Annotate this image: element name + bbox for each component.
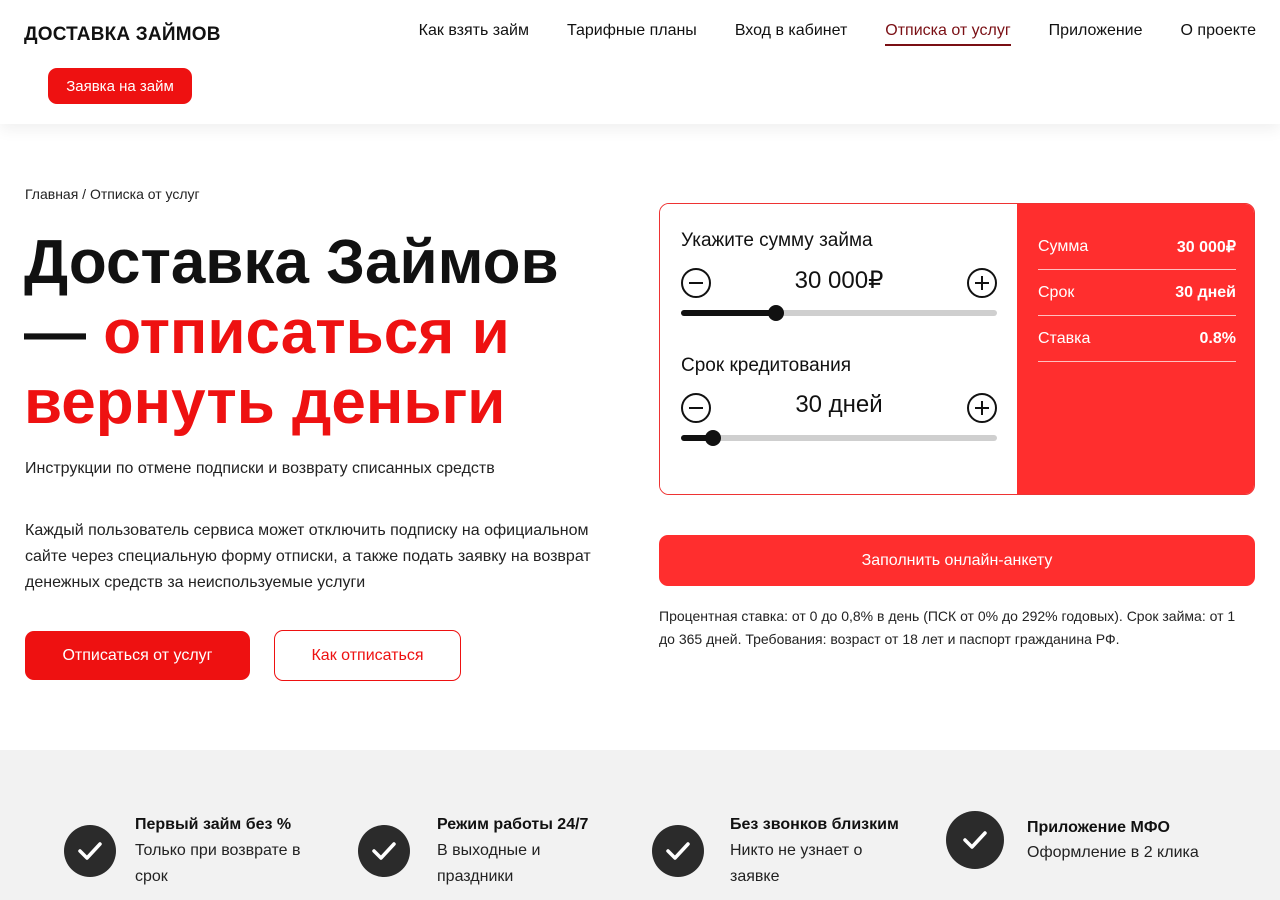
- summary-row-rate: Ставка 0.8%: [1038, 316, 1236, 362]
- nav-about[interactable]: О проекте: [1181, 22, 1256, 46]
- term-slider[interactable]: [681, 430, 997, 446]
- how-to-unsubscribe-button[interactable]: Как отписаться: [274, 630, 461, 681]
- feature-desc: Никто не узнает о заявке: [730, 842, 863, 885]
- title-dash: —: [24, 298, 104, 367]
- title-line-1: Доставка Займов: [24, 228, 559, 297]
- page-description: Каждый пользователь сервиса может отключ…: [25, 522, 591, 591]
- term-slider-thumb[interactable]: [704, 430, 721, 446]
- check-icon: [358, 825, 410, 877]
- unsubscribe-button[interactable]: Отписаться от услуг: [25, 631, 250, 680]
- amount-slider-thumb[interactable]: [767, 305, 784, 321]
- nav-login[interactable]: Вход в кабинет: [735, 22, 847, 46]
- feature-title: Режим работы 24/7: [437, 816, 589, 833]
- summary-value: 30 дней: [1175, 283, 1236, 301]
- nav-unsubscribe[interactable]: Отписка от услуг: [885, 22, 1011, 46]
- amount-value: 30 000₽: [794, 267, 884, 294]
- term-label: Срок кредитования: [681, 355, 852, 376]
- feature-title: Первый займ без %: [135, 816, 292, 833]
- feature-desc: Оформление в 2 клика: [1027, 844, 1199, 861]
- feature-desc: Только при возврате в срок: [135, 842, 301, 885]
- page-title: Доставка Займов — отписаться и вернуть д…: [24, 228, 644, 438]
- check-icon: [946, 811, 1004, 869]
- site-header: ДОСТАВКА ЗАЙМОВ Как взять займ Тарифные …: [0, 0, 1280, 124]
- term-value: 30 дней: [795, 391, 883, 418]
- page-subtitle: Инструкции по отмене подписки и возврату…: [25, 460, 495, 477]
- summary-row-term: Срок 30 дней: [1038, 270, 1236, 316]
- nav-tariffs[interactable]: Тарифные планы: [567, 22, 697, 46]
- calculator-inputs: Укажите сумму займа 30 000₽ Срок кредито…: [660, 204, 1017, 494]
- summary-label: Сумма: [1038, 237, 1089, 255]
- summary-row-amount: Сумма 30 000₽: [1038, 224, 1236, 270]
- summary-value: 0.8%: [1199, 329, 1236, 347]
- breadcrumb[interactable]: Главная / Отписка от услуг: [25, 186, 200, 202]
- calculator-summary: Сумма 30 000₽ Срок 30 дней Ставка 0.8%: [1017, 204, 1254, 494]
- amount-decrease-button[interactable]: [681, 268, 711, 298]
- amount-slider[interactable]: [681, 305, 997, 321]
- nav-app[interactable]: Приложение: [1049, 22, 1143, 46]
- term-increase-button[interactable]: [967, 393, 997, 423]
- features-band: Первый займ без % Только при возврате в …: [0, 750, 1280, 900]
- title-accent-2: вернуть деньги: [24, 368, 506, 437]
- main-nav: Как взять займ Тарифные планы Вход в каб…: [419, 22, 1256, 46]
- amount-increase-button[interactable]: [967, 268, 997, 298]
- nav-how-to-get-loan[interactable]: Как взять займ: [419, 22, 529, 46]
- loan-application-button[interactable]: Заявка на займ: [48, 68, 192, 104]
- summary-value: 30 000₽: [1176, 238, 1236, 256]
- feature-title: Приложение МФО: [1027, 819, 1170, 836]
- summary-label: Ставка: [1038, 329, 1091, 347]
- online-form-button[interactable]: Заполнить онлайн-анкету: [659, 535, 1255, 586]
- loan-terms-text: Процентная ставка: от 0 до 0,8% в день (…: [659, 608, 1236, 647]
- site-logo[interactable]: ДОСТАВКА ЗАЙМОВ: [24, 24, 221, 46]
- feature-title: Без звонков близким: [730, 816, 899, 833]
- summary-label: Срок: [1038, 283, 1075, 301]
- title-accent-1: отписаться и: [103, 298, 510, 367]
- check-icon: [652, 825, 704, 877]
- term-decrease-button[interactable]: [681, 393, 711, 423]
- amount-label: Укажите сумму займа: [681, 230, 873, 251]
- loan-calculator: Укажите сумму займа 30 000₽ Срок кредито…: [659, 203, 1255, 495]
- amount-slider-fill: [681, 310, 776, 316]
- feature-desc: В выходные и праздники: [437, 842, 541, 885]
- check-icon: [64, 825, 116, 877]
